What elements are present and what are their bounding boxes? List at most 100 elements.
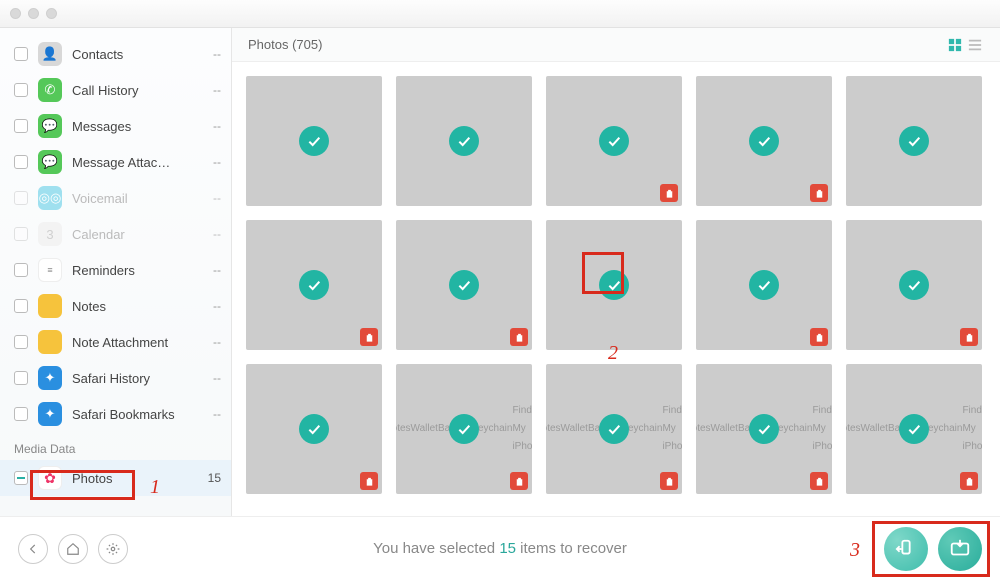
selected-check-icon[interactable] [899,126,929,156]
photo-thumb[interactable]: NotesWalletBackupKeychainFind My iPhone [546,364,682,494]
photo-thumb[interactable] [546,76,682,206]
photo-thumb[interactable] [396,76,532,206]
zoom-dot[interactable] [46,8,57,19]
minimize-dot[interactable] [28,8,39,19]
recover-to-device-button[interactable] [884,527,928,571]
view-toggle[interactable] [946,36,984,54]
sidebar-item-label: Reminders [72,263,203,278]
selected-check-icon[interactable] [899,414,929,444]
checkbox[interactable] [14,83,28,97]
sidebar-item-messages[interactable]: 💬 Messages -- [0,108,231,144]
deleted-badge-icon [660,184,678,202]
deleted-badge-icon [810,184,828,202]
window-controls[interactable] [10,8,57,19]
sidebar-item-note-attachment[interactable]: Note Attachment -- [0,324,231,360]
checkbox-indeterminate[interactable] [14,471,28,485]
sidebar-item-count: -- [213,191,221,205]
sidebar-item-call-history[interactable]: ✆ Call History -- [0,72,231,108]
checkbox[interactable] [14,407,28,421]
sidebar-item-label: Photos [72,471,198,486]
safari-icon: ✦ [38,366,62,390]
checkbox[interactable] [14,371,28,385]
selected-check-icon[interactable] [599,414,629,444]
sidebar-item-label: Call History [72,83,203,98]
page-title: Photos (705) [248,37,946,52]
titlebar [0,0,1000,28]
checkbox[interactable] [14,335,28,349]
checkbox[interactable] [14,47,28,61]
photo-grid: NotesWalletBackupKeychainFind My iPhone … [232,62,1000,516]
sidebar-item-reminders[interactable]: ≡ Reminders -- [0,252,231,288]
sidebar-item-count: -- [213,119,221,133]
sidebar-item-message-attachments[interactable]: 💬 Message Attac… -- [0,144,231,180]
sidebar-item-count: 15 [208,471,221,485]
selected-check-icon[interactable] [299,270,329,300]
checkbox[interactable] [14,299,28,313]
sidebar-item-label: Safari History [72,371,203,386]
checkbox[interactable] [14,119,28,133]
photo-thumb[interactable] [246,76,382,206]
selected-check-icon[interactable] [449,126,479,156]
sidebar-item-label: Message Attac… [72,155,203,170]
settings-button[interactable] [98,534,128,564]
photo-thumb[interactable]: NotesWalletBackupKeychainFind My iPhone [396,364,532,494]
selected-check-icon[interactable] [599,126,629,156]
main-header: Photos (705) [232,28,1000,62]
photo-thumb[interactable] [246,220,382,350]
deleted-badge-icon [810,472,828,490]
deleted-badge-icon [660,472,678,490]
selected-check-icon[interactable] [299,414,329,444]
sidebar-item-safari-history[interactable]: ✦ Safari History -- [0,360,231,396]
checkbox[interactable] [14,227,28,241]
checkbox[interactable] [14,191,28,205]
selected-check-icon[interactable] [749,126,779,156]
selected-check-icon[interactable] [599,270,629,300]
photo-thumb[interactable]: NotesWalletBackupKeychainFind My iPhone [846,364,982,494]
close-dot[interactable] [10,8,21,19]
photo-thumb[interactable] [246,364,382,494]
sidebar: 👤 Contacts -- ✆ Call History -- 💬 Messag… [0,28,232,516]
selected-check-icon[interactable] [749,270,779,300]
sidebar-item-count: -- [213,299,221,313]
footer: You have selected 15 items to recover 3 [0,516,1000,580]
photos-icon: ✿ [38,466,62,490]
list-view-icon[interactable] [966,36,984,54]
contacts-icon: 👤 [38,42,62,66]
deleted-badge-icon [960,472,978,490]
photo-thumb[interactable] [846,220,982,350]
photo-thumb[interactable] [846,76,982,206]
selected-check-icon[interactable] [449,414,479,444]
sidebar-item-safari-bookmarks[interactable]: ✦ Safari Bookmarks -- [0,396,231,432]
sidebar-item-count: -- [213,371,221,385]
messages-icon: 💬 [38,114,62,138]
sidebar-item-contacts[interactable]: 👤 Contacts -- [0,36,231,72]
sidebar-item-voicemail[interactable]: ◎◎ Voicemail -- [0,180,231,216]
notes-icon [38,294,62,318]
checkbox[interactable] [14,155,28,169]
sidebar-item-label: Notes [72,299,203,314]
selected-check-icon[interactable] [749,414,779,444]
deleted-badge-icon [810,328,828,346]
checkbox[interactable] [14,263,28,277]
sidebar-item-count: -- [213,83,221,97]
photo-thumb[interactable] [696,76,832,206]
sidebar-item-notes[interactable]: Notes -- [0,288,231,324]
sidebar-item-count: -- [213,155,221,169]
selected-check-icon[interactable] [899,270,929,300]
back-button[interactable] [18,534,48,564]
grid-view-icon[interactable] [946,36,964,54]
photo-thumb[interactable] [546,220,682,350]
photo-thumb[interactable] [696,220,832,350]
reminders-icon: ≡ [38,258,62,282]
selected-check-icon[interactable] [449,270,479,300]
photo-thumb[interactable] [396,220,532,350]
sidebar-item-photos[interactable]: ✿ Photos 15 [0,460,231,496]
sidebar-item-label: Calendar [72,227,203,242]
sidebar-item-calendar[interactable]: 3 Calendar -- [0,216,231,252]
photo-thumb[interactable]: NotesWalletBackupKeychainFind My iPhone [696,364,832,494]
sidebar-item-label: Voicemail [72,191,203,206]
selected-check-icon[interactable] [299,126,329,156]
home-button[interactable] [58,534,88,564]
sidebar-item-label: Safari Bookmarks [72,407,203,422]
recover-to-computer-button[interactable] [938,527,982,571]
